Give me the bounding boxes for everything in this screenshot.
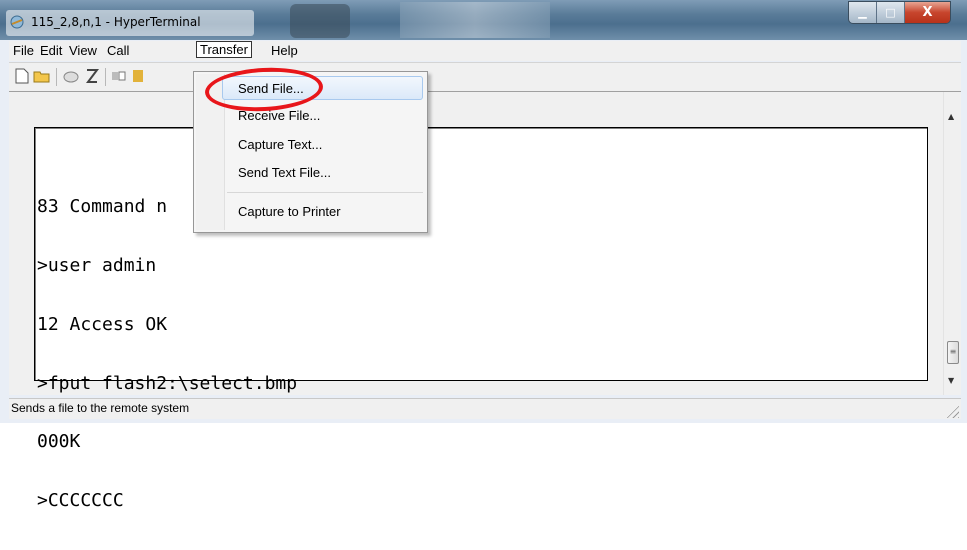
terminal-line: >fput flash2:\select.bmp — [37, 372, 298, 394]
caption-buttons: ▁ □ X — [848, 1, 951, 24]
receive-icon[interactable] — [129, 67, 147, 85]
connect-phone-icon[interactable] — [62, 67, 80, 85]
menu-item-send-text-file[interactable]: Send Text File... — [225, 161, 423, 185]
terminal-line: >CCCCCCC — [37, 490, 124, 512]
resize-grip-icon[interactable] — [945, 404, 959, 418]
send-icon[interactable] — [110, 67, 128, 85]
menu-transfer[interactable]: Transfer — [196, 41, 252, 58]
terminal-area: 83 Command n >user admin 12 Access OK >f… — [9, 91, 961, 510]
disconnect-phone-icon[interactable] — [83, 67, 101, 85]
menu-help[interactable]: Help — [271, 43, 298, 58]
hyperterminal-window: 115_2,8,n,1 - HyperTerminal ▁ □ X File E… — [0, 0, 967, 510]
menu-item-capture-to-printer[interactable]: Capture to Printer — [225, 200, 423, 224]
scroll-up-icon[interactable]: ▲ — [948, 112, 954, 121]
menu-bar: File Edit View Call Transfer Help — [9, 41, 961, 61]
open-folder-icon[interactable] — [33, 67, 51, 85]
menu-view[interactable]: View — [69, 43, 97, 58]
menu-call[interactable]: Call — [107, 43, 129, 58]
hyperterminal-app-icon — [10, 15, 24, 29]
status-text: Sends a file to the remote system — [11, 401, 190, 415]
menu-edit[interactable]: Edit — [40, 43, 62, 58]
toolbar-separator — [105, 68, 106, 86]
vertical-scrollbar[interactable]: ▲ ≡ ▼ — [943, 92, 961, 395]
terminal-screen[interactable]: 83 Command n >user admin 12 Access OK >f… — [34, 127, 928, 510]
maximize-button[interactable]: □ — [877, 2, 905, 23]
new-document-icon[interactable] — [13, 67, 31, 85]
toolbar-separator — [56, 68, 57, 86]
menu-item-capture-text[interactable]: Capture Text... — [225, 133, 423, 157]
window-title: 115_2,8,n,1 - HyperTerminal — [31, 15, 201, 29]
terminal-line: 12 Access OK — [37, 313, 168, 335]
terminal-line: >user admin — [37, 254, 157, 276]
terminal-line: 000K — [37, 431, 81, 453]
minimize-button[interactable]: ▁ — [849, 2, 877, 23]
title-bar[interactable]: 115_2,8,n,1 - HyperTerminal ▁ □ X — [0, 0, 967, 40]
status-bar: Sends a file to the remote system — [9, 398, 961, 419]
menu-file[interactable]: File — [13, 43, 34, 58]
close-button[interactable]: X — [905, 2, 950, 23]
scroll-down-icon[interactable]: ▼ — [948, 376, 954, 385]
background-blur — [290, 4, 350, 38]
background-blur — [400, 2, 550, 38]
scroll-thumb[interactable]: ≡ — [947, 341, 959, 364]
toolbar — [9, 62, 961, 91]
menu-separator — [227, 192, 423, 193]
